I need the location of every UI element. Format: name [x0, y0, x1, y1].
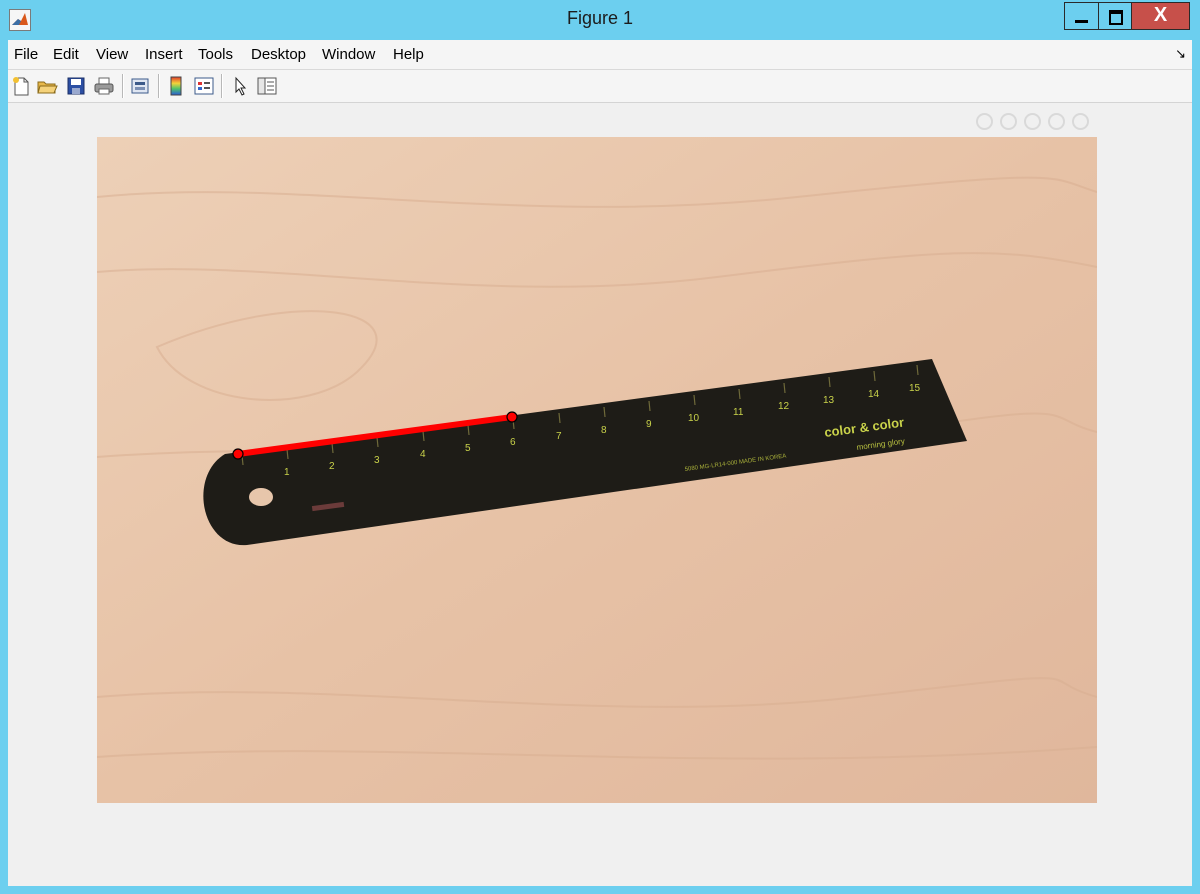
toolbar-separator — [122, 74, 124, 98]
home-icon[interactable] — [1072, 113, 1089, 130]
menu-help[interactable]: Help — [393, 46, 424, 63]
ruler-number: 15 — [909, 383, 921, 394]
zoom-out-icon[interactable] — [1048, 113, 1065, 130]
ruler-number: 10 — [688, 413, 700, 424]
menu-edit[interactable]: Edit — [53, 46, 79, 63]
ruler-number: 1 — [284, 467, 290, 478]
menu-view[interactable]: View — [96, 46, 128, 63]
figure-toolbar — [8, 70, 1192, 103]
ruler-number: 2 — [329, 461, 335, 472]
ruler-number: 14 — [868, 389, 880, 400]
pan-icon[interactable] — [1000, 113, 1017, 130]
open-file-icon[interactable] — [36, 75, 58, 97]
measurement-end-point[interactable] — [506, 411, 518, 423]
window-title: Figure 1 — [566, 8, 634, 28]
colorbar-icon[interactable] — [165, 75, 187, 97]
ruler-number: 8 — [601, 425, 607, 436]
menu-desktop[interactable]: Desktop — [251, 46, 306, 63]
ruler-number: 5 — [465, 443, 471, 454]
toolbar-separator — [158, 74, 160, 98]
figure-window: Figure 1 X File Edit View Insert Tools D… — [0, 0, 1200, 894]
ruler-hanging-hole — [249, 488, 273, 506]
menu-window[interactable]: Window — [322, 46, 375, 63]
measurement-start-point[interactable] — [232, 448, 244, 460]
dock-figure-icon[interactable]: ↘ — [1175, 46, 1186, 62]
print-icon[interactable] — [93, 75, 115, 97]
minimize-button[interactable] — [1064, 2, 1098, 30]
ruler-number: 13 — [823, 395, 835, 406]
zoom-in-icon[interactable] — [1024, 113, 1041, 130]
edit-plot-pointer-icon[interactable] — [229, 75, 251, 97]
new-figure-icon[interactable] — [10, 75, 32, 97]
ruler-number: 6 — [510, 437, 516, 448]
maximize-button[interactable] — [1098, 2, 1132, 30]
figure-client-area: File Edit View Insert Tools Desktop Wind… — [8, 40, 1192, 886]
title-bar[interactable]: Figure 1 X — [0, 0, 1200, 40]
axes-toolbar — [976, 113, 1096, 131]
menu-bar: File Edit View Insert Tools Desktop Wind… — [8, 40, 1192, 70]
close-icon: X — [1153, 4, 1168, 26]
print-preview-icon[interactable] — [129, 75, 151, 97]
menu-file[interactable]: File — [14, 46, 38, 63]
export-icon[interactable] — [976, 113, 993, 130]
ruler-number: 11 — [733, 407, 744, 418]
menu-insert[interactable]: Insert — [145, 46, 183, 63]
menu-tools[interactable]: Tools — [198, 46, 233, 63]
ruler-number: 7 — [556, 431, 562, 442]
legend-icon[interactable] — [193, 75, 215, 97]
ruler-number: 12 — [778, 401, 790, 412]
image-axes[interactable]: 1 2 3 4 5 6 7 8 9 10 11 12 13 14 15 colo… — [97, 137, 1097, 803]
ruler-number: 9 — [646, 419, 652, 430]
save-icon[interactable] — [65, 75, 87, 97]
close-button[interactable]: X — [1132, 2, 1190, 30]
property-inspector-icon[interactable] — [256, 75, 278, 97]
toolbar-separator — [221, 74, 223, 98]
ruler-number: 3 — [374, 455, 380, 466]
ruler-number: 4 — [420, 449, 426, 460]
